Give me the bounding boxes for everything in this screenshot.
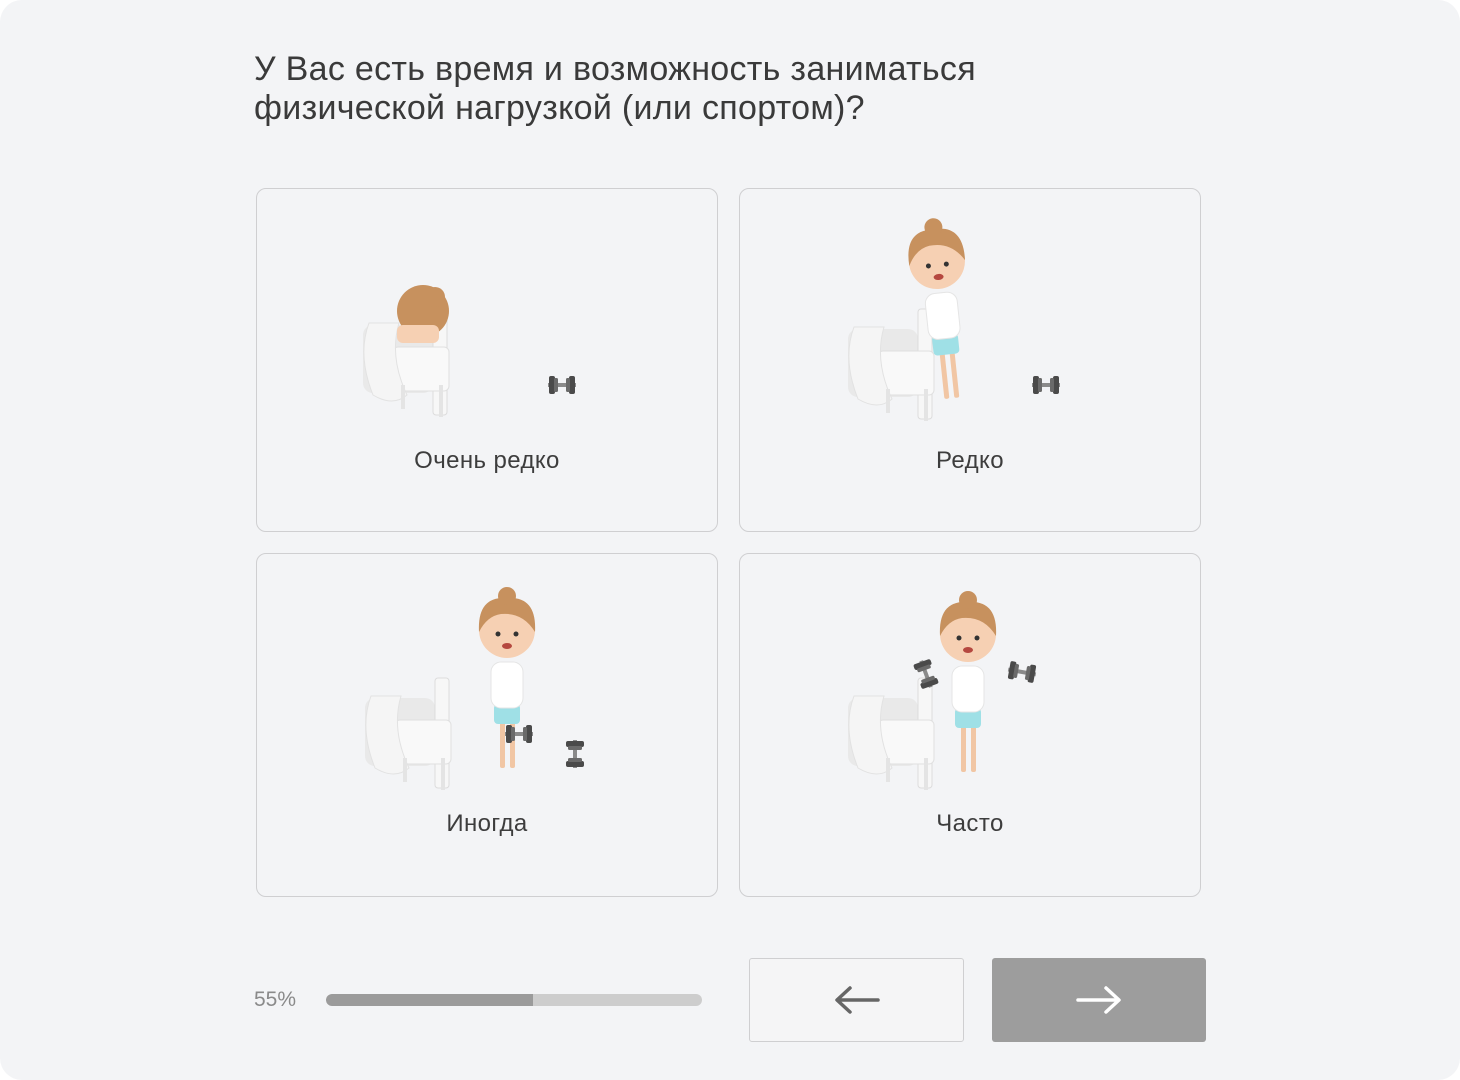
leaning-on-bed-illustration — [847, 214, 1060, 422]
back-button[interactable] — [749, 958, 964, 1042]
option-label: Иногда — [446, 810, 528, 837]
next-button[interactable] — [992, 958, 1206, 1042]
option-sometimes[interactable]: Иногда — [256, 553, 718, 897]
sleeping-in-bed-illustration — [362, 285, 576, 418]
option-label: Часто — [936, 810, 1004, 837]
question-line-1: У Вас есть время и возможность заниматьс… — [254, 50, 976, 88]
option-rarely[interactable]: Редко — [739, 188, 1201, 532]
lifting-two-dumbbells-illustration — [847, 590, 1038, 791]
progress-bar-fill — [326, 994, 533, 1006]
option-often[interactable]: Часто — [739, 553, 1201, 897]
quiz-panel: У Вас есть время и возможность заниматьс… — [0, 0, 1460, 1080]
progress-bar — [326, 994, 702, 1006]
option-label: Редко — [936, 447, 1004, 474]
progress-percent: 55% — [254, 988, 297, 1011]
question-line-2: физической нагрузкой (или спортом)? — [254, 89, 865, 127]
arrow-left-icon — [834, 986, 880, 1014]
option-label: Очень редко — [414, 447, 560, 474]
question-title: У Вас есть время и возможность заниматьс… — [254, 50, 1154, 128]
arrow-right-icon — [1076, 986, 1121, 1014]
lifting-one-dumbbell-illustration — [364, 586, 584, 791]
option-very-rarely[interactable]: Очень редко — [256, 188, 718, 532]
